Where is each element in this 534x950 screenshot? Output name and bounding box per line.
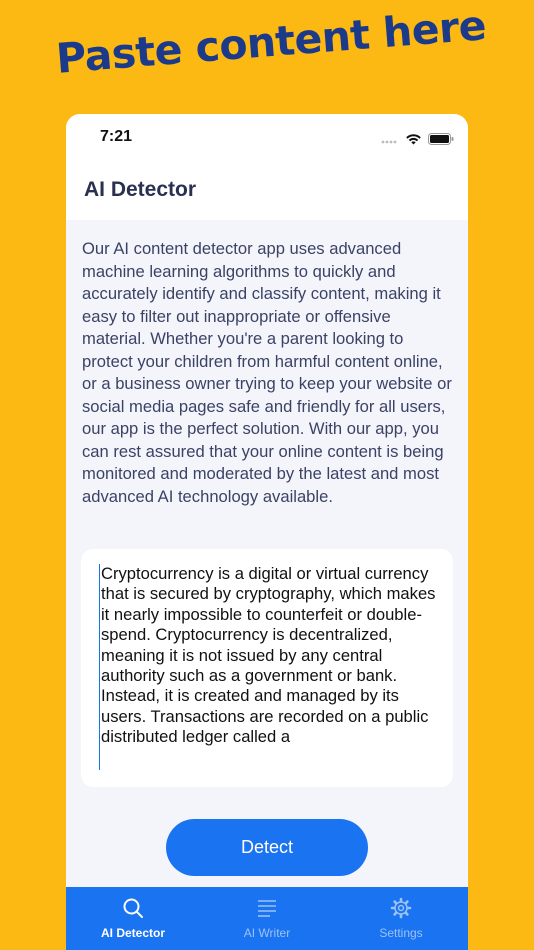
- navigation-bar: AI Detector: [66, 166, 468, 220]
- content-input[interactable]: Cryptocurrency is a digital or virtual c…: [81, 549, 453, 787]
- tab-settings[interactable]: Settings: [334, 887, 468, 950]
- lines-icon: [256, 897, 278, 923]
- battery-icon: [428, 130, 454, 149]
- status-time: 7:21: [100, 128, 133, 145]
- search-icon: [122, 897, 144, 923]
- status-icons: [381, 130, 454, 149]
- phone-screen: 7:21 AI Detector Our AI content detector…: [66, 114, 468, 950]
- tab-bar: AI Detector AI Writer Settings: [66, 887, 468, 950]
- tab-ai-detector[interactable]: AI Detector: [66, 887, 200, 950]
- signal-icon: [381, 130, 399, 149]
- gear-icon: [390, 897, 412, 923]
- tab-label: AI Detector: [100, 926, 165, 940]
- status-bar: 7:21: [66, 114, 468, 166]
- tab-label: Settings: [379, 926, 423, 940]
- page-title: AI Detector: [84, 178, 197, 201]
- content-input-text[interactable]: Cryptocurrency is a digital or virtual c…: [99, 564, 437, 770]
- tab-label: AI Writer: [243, 926, 291, 940]
- wifi-icon: [405, 130, 422, 149]
- app-description: Our AI content detector app uses advance…: [82, 239, 452, 506]
- tab-ai-writer[interactable]: AI Writer: [200, 887, 334, 950]
- promo-headline: Paste content here: [54, 1, 488, 83]
- detect-button[interactable]: Detect: [166, 819, 368, 876]
